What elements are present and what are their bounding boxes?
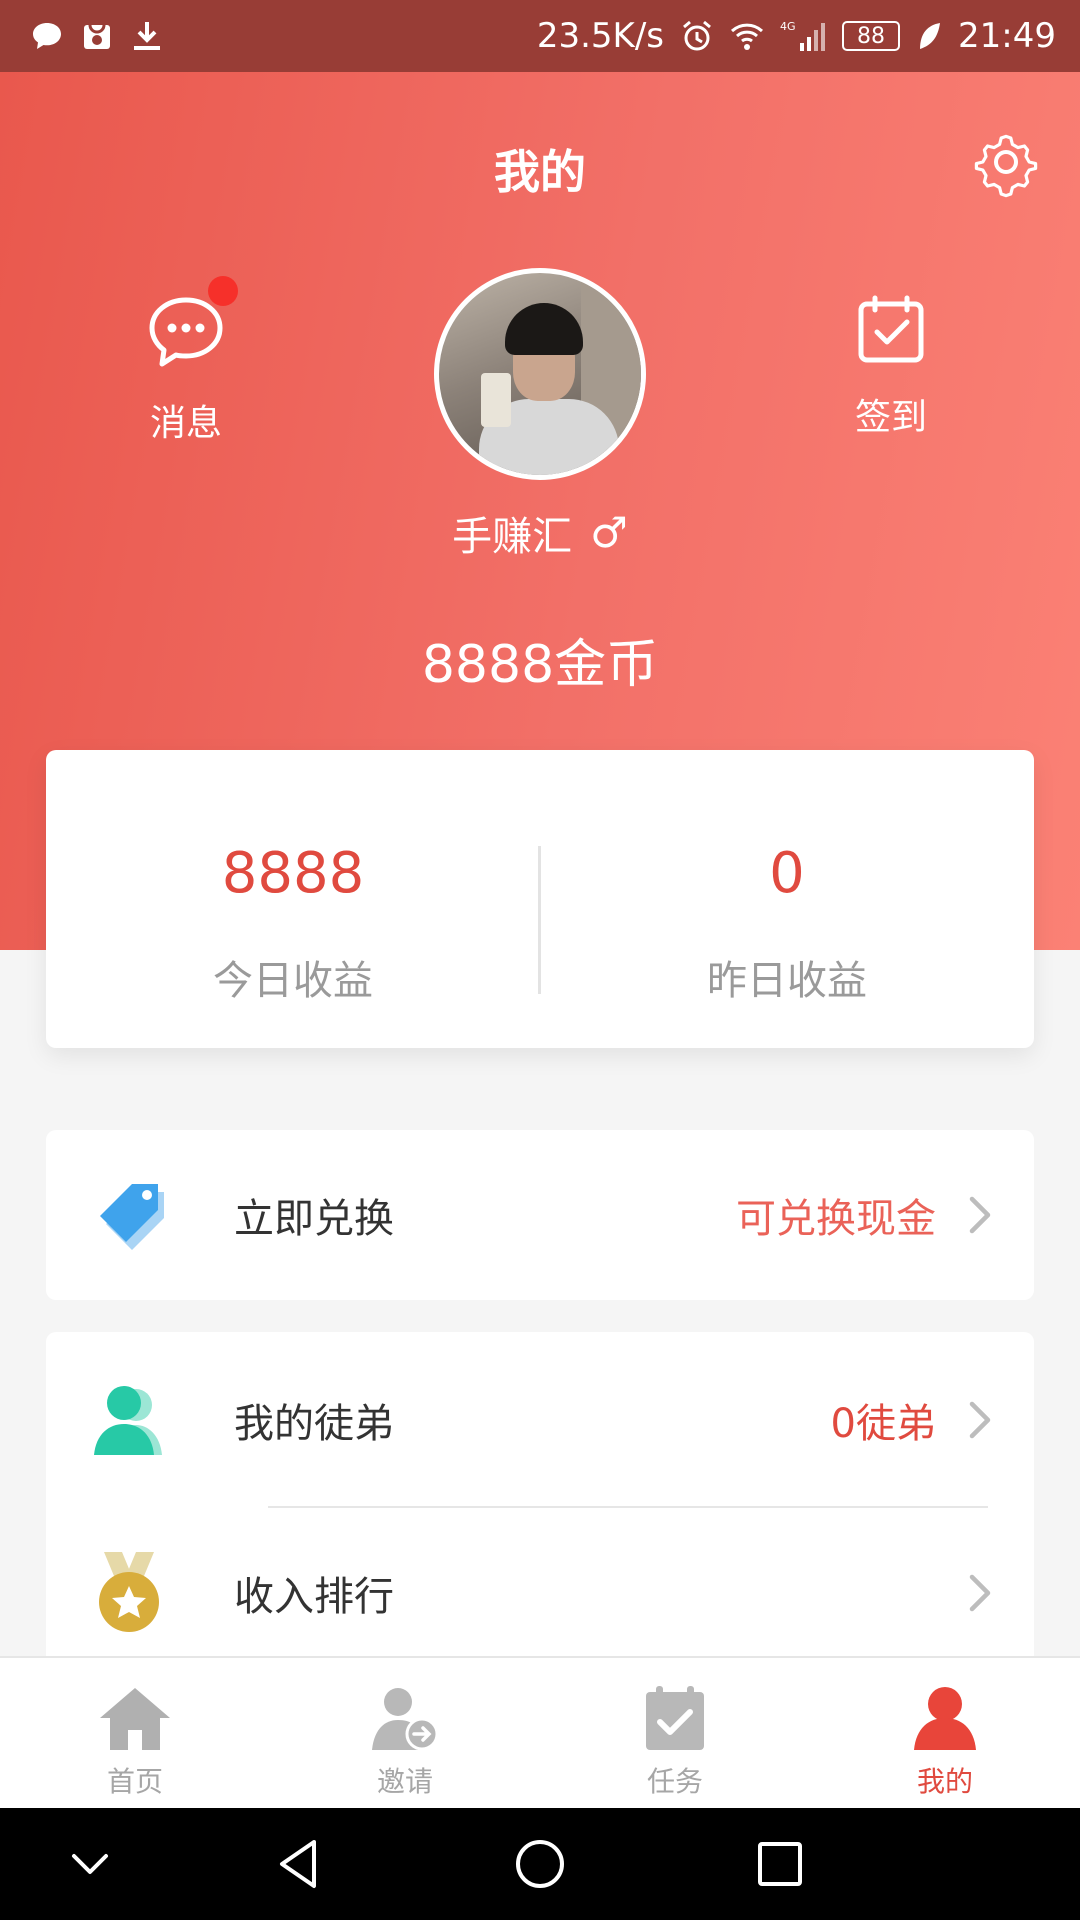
battery-icon: 88: [842, 21, 901, 51]
recents-button[interactable]: [752, 1836, 808, 1892]
chevron-right-icon: [966, 1398, 994, 1442]
tab-tasks[interactable]: 任务: [540, 1658, 810, 1808]
unread-dot: [208, 276, 238, 306]
price-tag-icon: [86, 1172, 172, 1258]
username-row: 手赚汇 ♂: [0, 504, 1080, 562]
username: 手赚汇: [452, 514, 573, 560]
medal-icon: [86, 1550, 172, 1636]
back-triangle-icon: [280, 1840, 316, 1888]
chevron-down-icon: [72, 1854, 108, 1874]
calendar-check-icon: [855, 294, 927, 366]
hide-nav-button[interactable]: [62, 1836, 118, 1892]
gear-icon: [974, 134, 1038, 198]
yesterday-earnings-label: 昨日收益: [707, 958, 867, 1004]
tab-invite[interactable]: 邀请: [270, 1658, 540, 1808]
back-button[interactable]: [272, 1836, 328, 1892]
settings-button[interactable]: [968, 124, 1044, 200]
exchange-card: 立即兑换 可兑换现金: [46, 1130, 1034, 1300]
today-earnings: 8888 今日收益: [46, 750, 540, 1048]
wifi-icon: [730, 19, 764, 53]
invite-icon: [368, 1684, 442, 1754]
net-speed: 23.5K/s: [536, 16, 665, 56]
apprentices-count: 0徒弟: [830, 1401, 936, 1447]
tab-profile[interactable]: 我的: [810, 1658, 1080, 1808]
messages-label: 消息: [149, 403, 222, 444]
status-left: [30, 19, 164, 53]
earnings-divider: [538, 846, 541, 994]
today-earnings-value: 8888: [221, 841, 365, 906]
home-circle-icon: [516, 1840, 564, 1888]
apprentice-user-icon: [86, 1377, 172, 1463]
coin-balance: 8888金币: [421, 635, 659, 695]
signin-label: 签到: [854, 397, 927, 438]
yesterday-earnings: 0 昨日收益: [540, 750, 1034, 1048]
income-ranking-label: 收入排行: [234, 1574, 394, 1620]
page-title: 我的: [494, 145, 586, 199]
huawei-store-icon: [80, 19, 114, 53]
avatar[interactable]: [434, 268, 646, 480]
tab-home[interactable]: 首页: [0, 1658, 270, 1808]
messages-button[interactable]: 消息: [128, 276, 244, 446]
home-icon: [98, 1684, 172, 1754]
clock: 21:49: [958, 16, 1056, 56]
alarm-icon: [680, 19, 714, 53]
exchange-row[interactable]: 立即兑换 可兑换现金: [46, 1130, 1034, 1300]
apprentices-row[interactable]: 我的徒弟 0徒弟: [46, 1332, 1034, 1508]
today-earnings-label: 今日收益: [213, 958, 373, 1004]
chevron-right-icon: [966, 1571, 994, 1615]
home-button[interactable]: [512, 1836, 568, 1892]
message-bubble-icon: [146, 276, 238, 372]
network-type: 4G: [780, 20, 796, 33]
signal-icon: 4G: [780, 19, 826, 53]
exchange-hint: 可兑换现金: [736, 1196, 936, 1242]
download-icon: [130, 19, 164, 53]
leaf-icon: [916, 19, 942, 53]
tab-home-label: 首页: [106, 1765, 163, 1798]
male-gender-icon: ♂: [590, 508, 628, 557]
task-icon: [638, 1684, 712, 1754]
chevron-right-icon: [966, 1193, 994, 1237]
chat-bubble-icon: [30, 19, 64, 53]
tab-tasks-label: 任务: [646, 1765, 703, 1798]
signin-button[interactable]: 签到: [836, 294, 946, 440]
recents-square-icon: [758, 1842, 802, 1886]
apprentices-label: 我的徒弟: [234, 1401, 394, 1447]
status-bar: 23.5K/s 4G 88 21:49: [0, 0, 1080, 72]
profile-icon: [908, 1684, 982, 1754]
team-card: 我的徒弟 0徒弟 收入排行: [46, 1332, 1034, 1656]
tab-invite-label: 邀请: [376, 1765, 433, 1798]
tab-profile-label: 我的: [916, 1765, 973, 1798]
bottom-tab-bar: 首页 邀请 任务 我的: [0, 1656, 1080, 1808]
status-right: 23.5K/s 4G 88 21:49: [537, 19, 1056, 53]
exchange-label: 立即兑换: [234, 1196, 394, 1242]
yesterday-earnings-value: 0: [769, 841, 805, 906]
income-ranking-row[interactable]: 收入排行: [46, 1508, 1034, 1656]
system-nav-bar: [0, 1808, 1080, 1920]
earnings-card: 8888 今日收益 0 昨日收益: [46, 750, 1034, 1048]
